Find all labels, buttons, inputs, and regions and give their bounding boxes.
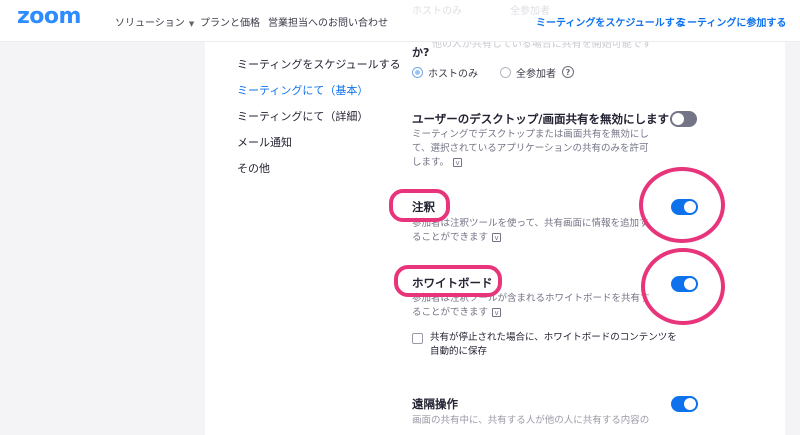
right-edge-panel [785,42,800,435]
whiteboard-autosave-option: 共有が停止された場合に、ホワイトボードのコンテンツを自動的に保存 [412,331,682,359]
highlight-annotation-title [389,189,450,222]
setting-annotation-desc: 参加者は注釈ツールを使って、共有画面に情報を追加することができます v [412,217,657,245]
join-meeting-link[interactable]: ミーティングに参加する [677,14,786,29]
setting-desc-text: ミーティングでデスクトップまたは画面共有を無効にして、選択されているアプリケーシ… [412,129,649,168]
left-gray-panel [0,0,205,435]
setting-remote-control-desc: 画面の共有中に、共有する人が他の人に共有する内容の [412,415,650,426]
help-icon[interactable]: ? [562,66,574,78]
sidebar-item-in-meeting-advanced[interactable]: ミーティングにて（詳細） [237,108,368,124]
sidebar-item-email-notification[interactable]: メール通知 [237,134,292,150]
question-suffix: か? [412,46,430,59]
highlight-whiteboard-toggle [641,248,725,325]
sidebar-item-in-meeting-basic[interactable]: ミーティングにて（基本） [237,82,368,98]
info-v-icon[interactable]: v [492,233,502,242]
share-permission-radio-group: ホストのみ 全参加者 ? [412,65,574,80]
highlight-annotation-toggle [639,167,725,243]
nav-solutions-label: ソリューション [115,18,185,29]
schedule-meeting-link[interactable]: ミーティングをスケジュールする [536,14,685,29]
sidebar-item-schedule[interactable]: ミーティングをスケジュールする [237,56,401,72]
setting-desc-text: 参加者は注釈ツールを使って、共有画面に情報を追加することができます [412,218,649,243]
zoom-logo[interactable]: zoom [17,4,81,29]
remote-control-toggle[interactable] [671,396,698,412]
whiteboard-autosave-checkbox[interactable] [412,333,423,344]
nav-contact-sales[interactable]: 営業担当へのお問い合わせ [268,14,388,29]
nav-plans[interactable]: プランと価格 [200,14,260,29]
setting-remote-control-title: 遠隔操作 [412,397,458,411]
sidebar-item-other[interactable]: その他 [237,160,270,176]
radio-host-only[interactable] [412,66,423,78]
chevron-down-icon: ▼ [188,20,195,28]
info-v-icon[interactable]: v [492,308,502,317]
highlight-whiteboard-title [394,265,502,297]
radio-all-participants-label: 全参加者 [516,68,556,80]
nav-solutions[interactable]: ソリューション ▼ [115,14,194,29]
whiteboard-autosave-label: 共有が停止された場合に、ホワイトボードのコンテンツを自動的に保存 [430,332,677,357]
radio-host-only-label: ホストのみ [428,68,478,80]
disable-desktop-share-toggle[interactable] [670,111,697,127]
top-header: zoom ソリューション ▼ プランと価格 営業担当へのお問い合わせ ホストのみ … [0,0,800,42]
setting-disable-desktop-share-title: ユーザーのデスクトップ/画面共有を無効にします [412,112,669,126]
radio-all-participants[interactable] [500,66,511,78]
setting-disable-desktop-share-desc: ミーティングでデスクトップまたは画面共有を無効にして、選択されているアプリケーシ… [412,128,657,170]
faint-radio-host: ホストのみ [412,6,462,17]
info-v-icon[interactable]: v [453,158,463,167]
